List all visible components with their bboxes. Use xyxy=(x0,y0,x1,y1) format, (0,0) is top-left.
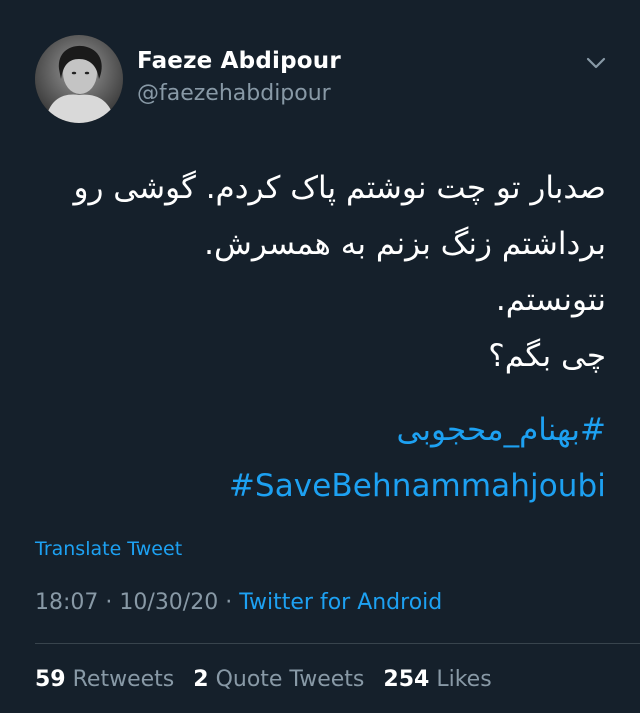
likes-stat[interactable]: 254 Likes xyxy=(383,667,491,692)
likes-label: Likes xyxy=(436,667,492,692)
avatar[interactable] xyxy=(35,35,123,123)
tweet-date[interactable]: 10/30/20 xyxy=(119,590,218,615)
hashtag-link[interactable]: #بهنام_محجوبی xyxy=(40,402,607,458)
tweet-line: نتونستم. xyxy=(495,282,606,318)
tweet-stats: 59 Retweets 2 Quote Tweets 254 Likes xyxy=(35,667,504,692)
quote-tweets-count: 2 xyxy=(193,667,209,692)
tweet-detail: Faeze Abdipour @faezehabdipour صدبار تو … xyxy=(0,0,640,713)
tweet-line: برداشتم زنگ بزنم به همسرش. xyxy=(204,226,606,262)
tweet-source-link[interactable]: Twitter for Android xyxy=(239,590,442,615)
quote-tweets-label: Quote Tweets xyxy=(215,667,365,692)
author-handle[interactable]: @faezehabdipour xyxy=(137,81,331,106)
retweets-stat[interactable]: 59 Retweets xyxy=(35,667,174,692)
translate-tweet-link[interactable]: Translate Tweet xyxy=(35,538,182,560)
divider xyxy=(35,643,640,644)
retweets-label: Retweets xyxy=(72,667,175,692)
likes-count: 254 xyxy=(383,667,430,692)
tweet-text: صدبار تو چت نوشتم پاک کردم. گوشی رو بردا… xyxy=(40,160,606,514)
author-name[interactable]: Faeze Abdipour xyxy=(137,48,341,74)
tweet-meta: 18:07 · 10/30/20 · Twitter for Android xyxy=(35,590,442,615)
meta-separator: · xyxy=(225,590,233,615)
tweet-line: صدبار تو چت نوشتم پاک کردم. گوشی رو xyxy=(73,170,606,206)
chevron-down-icon[interactable] xyxy=(584,52,608,74)
hashtag-link[interactable]: #SaveBehnammahjoubi xyxy=(40,458,606,514)
tweet-line: چی بگم؟ xyxy=(488,338,606,374)
meta-separator: · xyxy=(105,590,113,615)
retweets-count: 59 xyxy=(35,667,66,692)
tweet-time[interactable]: 18:07 xyxy=(35,590,98,615)
quote-tweets-stat[interactable]: 2 Quote Tweets xyxy=(193,667,364,692)
